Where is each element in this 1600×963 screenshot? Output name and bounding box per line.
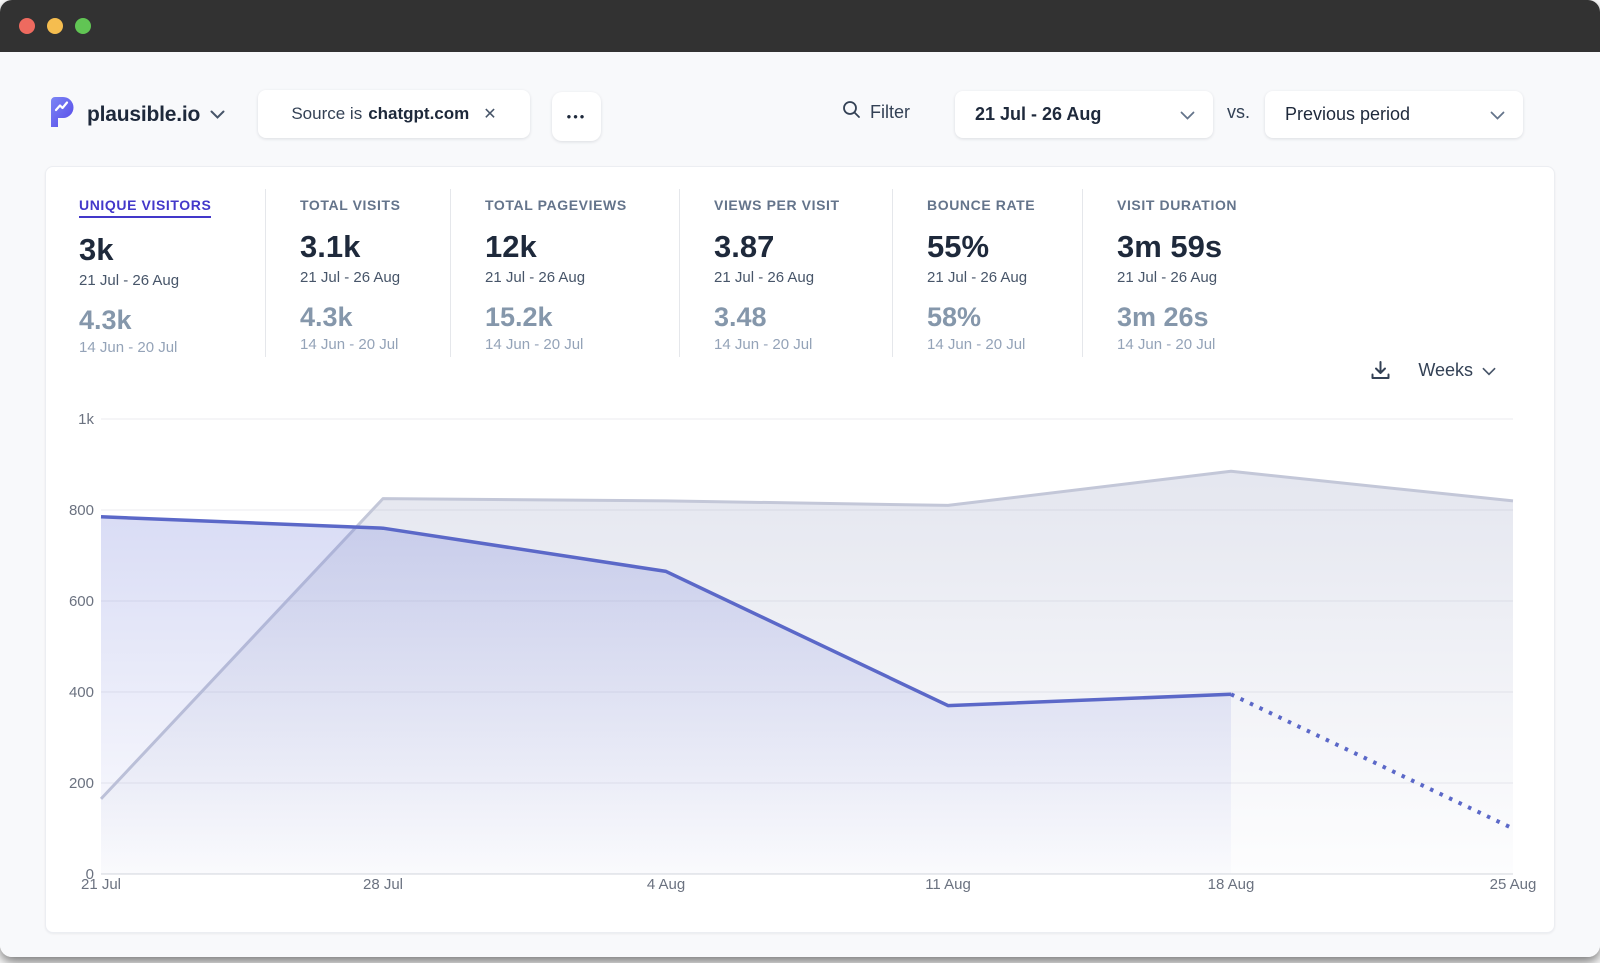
metric-label[interactable]: TOTAL PAGEVIEWS	[485, 197, 627, 213]
metric-period: 21 Jul - 26 Aug	[927, 269, 1082, 286]
metric-prev-period: 14 Jun - 20 Jul	[927, 336, 1082, 353]
compare-period-value: Previous period	[1285, 104, 1410, 125]
metric-prev-value: 58%	[927, 302, 1082, 333]
metric-prev-period: 14 Jun - 20 Jul	[485, 336, 679, 353]
metric-visit-duration[interactable]: VISIT DURATION 3m 59s 21 Jul - 26 Aug 3m…	[1082, 189, 1312, 357]
svg-text:28 Jul: 28 Jul	[363, 876, 403, 893]
window-zoom-button[interactable]	[75, 18, 91, 34]
metric-prev-period: 14 Jun - 20 Jul	[79, 339, 265, 356]
svg-text:400: 400	[69, 684, 94, 701]
window-minimize-button[interactable]	[47, 18, 63, 34]
svg-text:25 Aug: 25 Aug	[1490, 876, 1537, 893]
metric-period: 21 Jul - 26 Aug	[1117, 269, 1312, 286]
site-switcher[interactable]: plausible.io	[48, 96, 225, 133]
svg-text:4 Aug: 4 Aug	[647, 876, 685, 893]
metric-total-pageviews[interactable]: TOTAL PAGEVIEWS 12k 21 Jul - 26 Aug 15.2…	[450, 189, 679, 357]
site-name: plausible.io	[87, 103, 200, 127]
add-filter-button[interactable]: Filter	[842, 100, 910, 124]
svg-text:200: 200	[69, 775, 94, 792]
metric-prev-value: 3m 26s	[1117, 302, 1312, 333]
date-range-dropdown[interactable]: 21 Jul - 26 Aug	[955, 91, 1213, 138]
svg-text:21 Jul: 21 Jul	[81, 876, 121, 893]
ellipsis-icon: •••	[567, 109, 587, 124]
x-axis-labels: 21 Jul 28 Jul 4 Aug 11 Aug 18 Aug 25 Aug	[81, 876, 1536, 893]
metric-period: 21 Jul - 26 Aug	[300, 269, 450, 286]
app-window: plausible.io Source is chatgpt.com ✕ •••…	[0, 0, 1600, 957]
close-icon[interactable]: ✕	[483, 104, 496, 124]
metric-unique-visitors[interactable]: UNIQUE VISITORS 3k 21 Jul - 26 Aug 4.3k …	[46, 189, 265, 357]
metric-prev-value: 4.3k	[300, 302, 450, 333]
metric-bounce-rate[interactable]: BOUNCE RATE 55% 21 Jul - 26 Aug 58% 14 J…	[892, 189, 1082, 357]
metric-prev-period: 14 Jun - 20 Jul	[1117, 336, 1312, 353]
metric-value: 12k	[485, 229, 679, 265]
chevron-down-icon	[1490, 104, 1505, 125]
svg-text:1k: 1k	[78, 411, 94, 428]
search-icon	[842, 100, 861, 124]
chart-canvas[interactable]: 02004006008001k 21 Jul28 Jul4 Aug11 Aug1…	[46, 361, 1556, 926]
metric-prev-period: 14 Jun - 20 Jul	[300, 336, 450, 353]
metric-label[interactable]: UNIQUE VISITORS	[79, 197, 211, 218]
window-close-button[interactable]	[19, 18, 35, 34]
metric-prev-value: 15.2k	[485, 302, 679, 333]
metric-prev-period: 14 Jun - 20 Jul	[714, 336, 892, 353]
filter-button-label: Filter	[870, 102, 910, 123]
filter-pill-value: chatgpt.com	[368, 104, 469, 124]
filter-pill-prefix: Source is	[291, 104, 362, 124]
metric-label[interactable]: TOTAL VISITS	[300, 197, 401, 213]
metric-value: 55%	[927, 229, 1082, 265]
metric-views-per-visit[interactable]: VIEWS PER VISIT 3.87 21 Jul - 26 Aug 3.4…	[679, 189, 892, 357]
metric-label[interactable]: BOUNCE RATE	[927, 197, 1035, 213]
svg-text:800: 800	[69, 502, 94, 519]
plausible-logo-icon	[48, 96, 77, 133]
metric-total-visits[interactable]: TOTAL VISITS 3.1k 21 Jul - 26 Aug 4.3k 1…	[265, 189, 450, 357]
svg-text:600: 600	[69, 593, 94, 610]
metrics-row: UNIQUE VISITORS 3k 21 Jul - 26 Aug 4.3k …	[46, 167, 1554, 357]
window-titlebar	[0, 0, 1600, 52]
metric-value: 3.1k	[300, 229, 450, 265]
svg-text:18 Aug: 18 Aug	[1208, 876, 1255, 893]
metric-value: 3.87	[714, 229, 892, 265]
analytics-card: UNIQUE VISITORS 3k 21 Jul - 26 Aug 4.3k …	[45, 166, 1555, 933]
y-axis-labels: 02004006008001k	[69, 411, 95, 883]
metric-label[interactable]: VISIT DURATION	[1117, 197, 1237, 213]
metric-period: 21 Jul - 26 Aug	[714, 269, 892, 286]
metric-value: 3k	[79, 232, 265, 268]
date-range-value: 21 Jul - 26 Aug	[975, 104, 1101, 125]
more-filters-button[interactable]: •••	[552, 92, 601, 141]
metric-period: 21 Jul - 26 Aug	[79, 272, 265, 289]
metric-label[interactable]: VIEWS PER VISIT	[714, 197, 840, 213]
dashboard-body: plausible.io Source is chatgpt.com ✕ •••…	[0, 52, 1600, 957]
filter-pill-source[interactable]: Source is chatgpt.com ✕	[258, 90, 530, 138]
chevron-down-icon	[210, 106, 225, 124]
metric-prev-value: 4.3k	[79, 305, 265, 336]
chart-series	[101, 471, 1513, 874]
compare-period-dropdown[interactable]: Previous period	[1265, 91, 1523, 138]
metric-prev-value: 3.48	[714, 302, 892, 333]
svg-text:11 Aug: 11 Aug	[925, 876, 971, 893]
metric-period: 21 Jul - 26 Aug	[485, 269, 679, 286]
metric-value: 3m 59s	[1117, 229, 1312, 265]
vs-label: vs.	[1227, 102, 1250, 123]
visitors-line-chart[interactable]: 02004006008001k 21 Jul28 Jul4 Aug11 Aug1…	[46, 361, 1556, 926]
chevron-down-icon	[1180, 104, 1195, 125]
